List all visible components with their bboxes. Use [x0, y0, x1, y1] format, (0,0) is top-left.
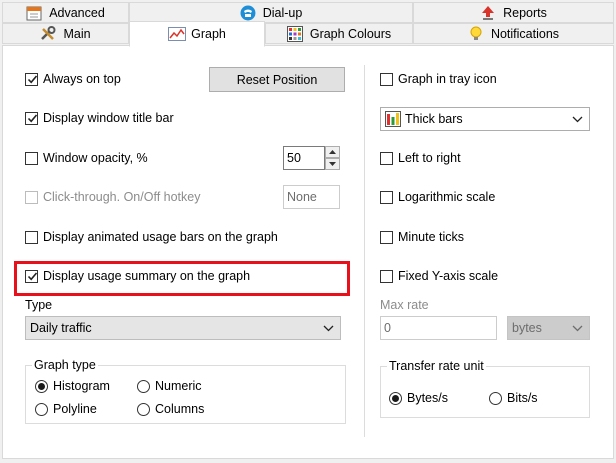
- tray-icon-checkbox[interactable]: [380, 73, 393, 86]
- tab-reports-label: Reports: [503, 5, 547, 20]
- tab-graph-colours[interactable]: Graph Colours: [265, 23, 413, 44]
- radio-numeric-label: Numeric: [155, 379, 202, 393]
- chevron-down-icon: [572, 116, 583, 123]
- tab-advanced[interactable]: Advanced: [2, 2, 129, 23]
- log-scale-label: Logarithmic scale: [398, 190, 496, 204]
- tab-advanced-label: Advanced: [49, 5, 105, 20]
- radio-numeric[interactable]: [137, 380, 150, 393]
- tab-notifications-label: Notifications: [490, 26, 560, 41]
- radio-bits-label: Bits/s: [507, 391, 538, 405]
- click-through-checkbox[interactable]: [25, 191, 38, 204]
- bar-style-dropdown[interactable]: Thick bars: [380, 107, 590, 131]
- opacity-spin-down-button[interactable]: [325, 158, 340, 170]
- tab-main-label: Main: [63, 26, 91, 41]
- column-divider: [364, 65, 365, 437]
- window-opacity-label: Window opacity, %: [43, 151, 148, 165]
- tab-graph-colours-label: Graph Colours: [309, 26, 392, 41]
- max-rate-unit-dropdown[interactable]: bytes: [507, 316, 590, 340]
- graph-icon: [168, 26, 187, 42]
- usage-summary-label: Display usage summary on the graph: [43, 269, 251, 283]
- always-on-top-label: Always on top: [43, 72, 121, 86]
- thick-bars-icon: [385, 111, 401, 127]
- chevron-down-icon: [572, 325, 583, 332]
- opacity-input[interactable]: 50: [283, 146, 325, 170]
- tab-main[interactable]: Main: [2, 23, 129, 44]
- minute-ticks-checkbox[interactable]: [380, 231, 393, 244]
- graph-settings-panel: Always on top Reset Position Display win…: [2, 45, 614, 459]
- max-rate-input[interactable]: 0: [380, 316, 497, 340]
- radio-histogram[interactable]: [35, 380, 48, 393]
- bar-style-value: Thick bars: [405, 112, 463, 126]
- type-dropdown-value: Daily traffic: [30, 321, 92, 335]
- reset-position-label: Reset Position: [236, 72, 318, 87]
- hotkey-value: None: [287, 190, 317, 204]
- fixed-y-checkbox[interactable]: [380, 270, 393, 283]
- tab-dial-up[interactable]: Dial-up: [129, 2, 413, 23]
- reset-position-button[interactable]: Reset Position: [209, 67, 345, 92]
- radio-bytes[interactable]: [389, 392, 402, 405]
- display-title-bar-checkbox[interactable]: [25, 112, 38, 125]
- animated-bars-label: Display animated usage bars on the graph: [43, 230, 278, 244]
- radio-polyline[interactable]: [35, 403, 48, 416]
- left-to-right-label: Left to right: [398, 151, 461, 165]
- radio-bits[interactable]: [489, 392, 502, 405]
- usage-summary-checkbox[interactable]: [25, 270, 38, 283]
- telephone-icon: [240, 5, 256, 21]
- max-rate-label: Max rate: [380, 298, 429, 312]
- window-opacity-checkbox[interactable]: [25, 152, 38, 165]
- opacity-spin-up-button[interactable]: [325, 146, 340, 158]
- tab-row-bottom: Main Graph Graph Colours Notifications: [2, 21, 614, 47]
- type-dropdown[interactable]: Daily traffic: [25, 316, 341, 340]
- display-title-bar-label: Display window title bar: [43, 111, 174, 125]
- transfer-rate-title: Transfer rate unit: [387, 359, 486, 374]
- tools-icon: [40, 25, 56, 42]
- opacity-value: 50: [287, 151, 301, 165]
- left-to-right-checkbox[interactable]: [380, 152, 393, 165]
- lightbulb-icon: [468, 26, 484, 42]
- click-through-label: Click-through. On/Off hotkey: [43, 190, 201, 204]
- type-label: Type: [25, 298, 53, 312]
- tab-dial-up-label: Dial-up: [262, 5, 303, 20]
- radio-columns[interactable]: [137, 403, 150, 416]
- chevron-down-icon: [323, 325, 334, 332]
- hotkey-input[interactable]: None: [283, 185, 340, 209]
- minute-ticks-label: Minute ticks: [398, 230, 464, 244]
- calendar-icon: [26, 5, 42, 21]
- upload-arrow-icon: [480, 5, 496, 21]
- tab-graph[interactable]: Graph: [129, 21, 265, 47]
- tray-icon-label: Graph in tray icon: [398, 72, 497, 86]
- log-scale-checkbox[interactable]: [380, 191, 393, 204]
- tab-notifications[interactable]: Notifications: [413, 23, 614, 44]
- fixed-y-label: Fixed Y-axis scale: [398, 269, 499, 283]
- max-rate-value: 0: [384, 321, 391, 335]
- tab-row-top: Advanced Dial-up Reports: [2, 2, 614, 24]
- graph-type-title: Graph type: [32, 358, 98, 373]
- palette-icon: [286, 25, 303, 42]
- radio-polyline-label: Polyline: [53, 402, 97, 416]
- tab-reports[interactable]: Reports: [413, 2, 614, 23]
- radio-columns-label: Columns: [155, 402, 205, 416]
- always-on-top-checkbox[interactable]: [25, 73, 38, 86]
- radio-histogram-label: Histogram: [53, 379, 110, 393]
- max-rate-unit-value: bytes: [512, 321, 542, 335]
- radio-bytes-label: Bytes/s: [407, 391, 448, 405]
- animated-bars-checkbox[interactable]: [25, 231, 38, 244]
- tab-graph-label: Graph: [191, 27, 226, 41]
